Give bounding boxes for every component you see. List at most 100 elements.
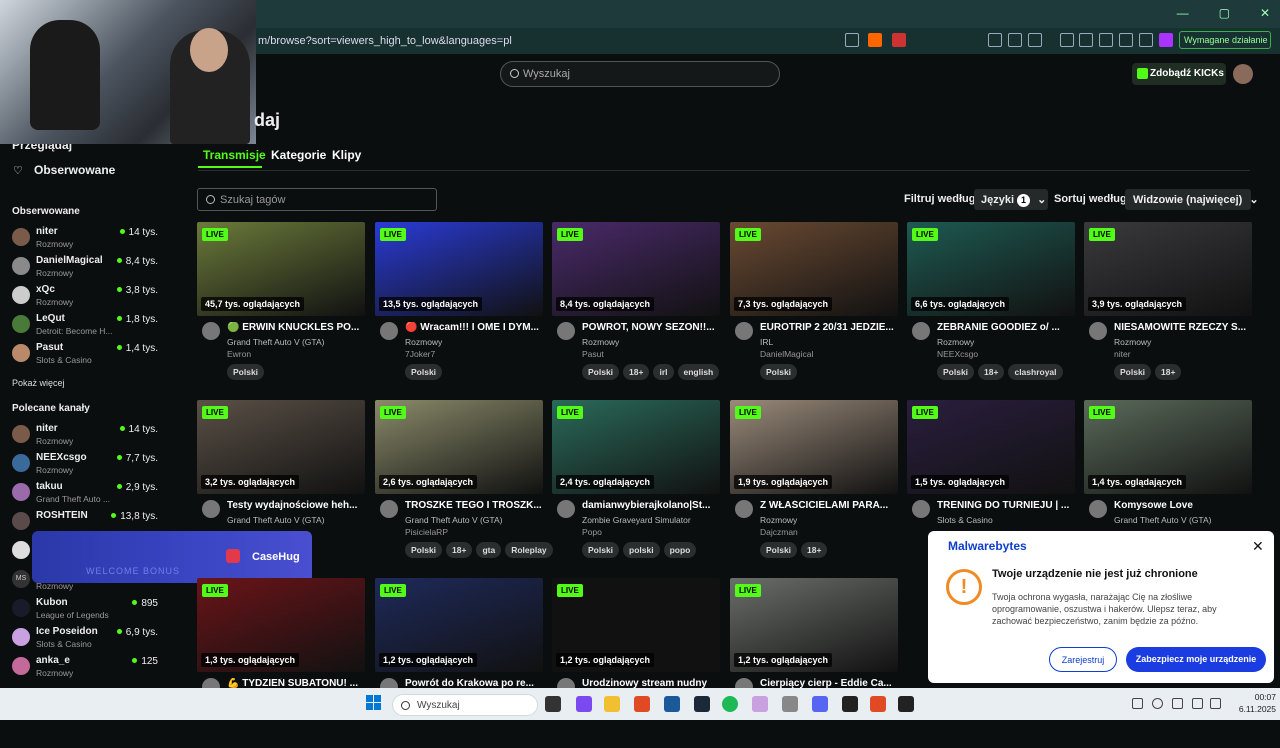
taskbar-search[interactable]: Wyszukaj (392, 694, 538, 716)
streamer-avatar[interactable] (380, 322, 398, 340)
stream-category[interactable]: Zombie Graveyard Simulator (582, 515, 691, 525)
streamer-name[interactable]: 7Joker7 (405, 349, 435, 359)
stream-tag[interactable]: 18+ (978, 364, 1005, 380)
streamer-name[interactable]: PisicielaRP (405, 527, 448, 537)
streamer-name[interactable]: Ewron (227, 349, 251, 359)
clock-time[interactable]: 00:07 (1240, 692, 1276, 702)
stream-card[interactable]: LIVE 1,2 tys. oglądających Urodzinowy stre… (552, 578, 720, 748)
recommended-channel[interactable]: takuu Grand Theft Auto ... 2,9 tys. (12, 479, 162, 507)
stream-card[interactable]: LIVE 8,4 tys. oglądających POWRÓT, NOWY SE… (552, 222, 720, 392)
streamer-avatar[interactable] (912, 322, 930, 340)
stream-card[interactable]: LIVE 1,9 tys. oglądających Z WŁAŚCICIELAMI… (730, 400, 898, 570)
stream-title[interactable]: TROSZKE TEGO I TROSZK... (405, 500, 543, 511)
leo-icon[interactable] (1119, 33, 1133, 47)
sort-dropdown[interactable]: Widzowie (najwięcej) ⌄ (1125, 189, 1259, 210)
profile-icon[interactable] (1159, 33, 1173, 47)
streamer-avatar[interactable] (1089, 500, 1107, 518)
register-button[interactable]: Zarejestruj (1049, 647, 1117, 672)
recommended-channel[interactable]: NEEXcsgo Rozmowy 7,7 tys. (12, 450, 162, 478)
stream-card[interactable]: LIVE 2,6 tys. oglądających TROSZKE TEGO I … (375, 400, 553, 570)
stream-card[interactable]: LIVE 1,2 tys. oglądających Cierpiący cierp… (730, 578, 898, 748)
stream-title[interactable]: Testy wydajnościowe heh... (227, 500, 365, 511)
streamer-avatar[interactable] (912, 500, 930, 518)
stream-title[interactable]: 🔴 Wracam!!! I OME I DYM... (405, 322, 543, 333)
streamer-avatar[interactable] (735, 500, 753, 518)
stream-title[interactable]: Z WŁAŚCICIELAMI PARA... (760, 500, 898, 511)
stream-tag[interactable]: irl (653, 364, 674, 380)
stream-tag[interactable]: Polski (760, 364, 798, 380)
streamer-name[interactable]: Popo (582, 527, 602, 537)
stream-tag[interactable]: polski (623, 542, 660, 558)
stream-category[interactable]: Rozmowy (760, 515, 797, 525)
stream-tag[interactable]: Polski (582, 364, 620, 380)
stream-category[interactable]: Rozmowy (1114, 337, 1151, 347)
stream-card[interactable]: LIVE 3,9 tys. oglądających NIESAMOWITE RZE… (1084, 222, 1252, 392)
stream-title[interactable]: Komysowe Love (1114, 500, 1252, 511)
puzzle-icon[interactable] (1008, 33, 1022, 47)
tab-categories[interactable]: Kategorie (271, 148, 326, 162)
streamer-avatar[interactable] (735, 322, 753, 340)
close-window-icon[interactable]: ✕ (1260, 6, 1270, 20)
action-required-button[interactable]: Wymagane działanie (1179, 31, 1271, 49)
streamer-name[interactable]: NEEXcsgo (937, 349, 978, 359)
wifi-icon[interactable] (1192, 698, 1203, 709)
stream-tag[interactable]: english (677, 364, 720, 380)
vpn-icon[interactable] (1139, 33, 1153, 47)
minimize-icon[interactable]: — (1177, 6, 1189, 20)
stream-title[interactable]: NIESAMOWITE RZECZY S... (1114, 322, 1252, 333)
stream-tag[interactable]: 18+ (1155, 364, 1182, 380)
stream-card[interactable]: LIVE 3,2 tys. oglądających Testy wydajnośc… (197, 400, 365, 570)
maximize-icon[interactable]: ▢ (1219, 6, 1230, 20)
stream-category[interactable]: Rozmowy (937, 337, 974, 347)
brave-shield-icon[interactable] (868, 33, 882, 47)
cloud-icon[interactable] (1152, 698, 1163, 709)
stream-card[interactable]: LIVE 45,7 tys. oglądających 🟢 ERWIN KNUCKL… (197, 222, 365, 392)
stream-card[interactable]: LIVE 1,3 tys. oglądających 💪 TYDZIEŃ SUBAT… (197, 578, 365, 748)
shield-tray-icon[interactable] (1172, 698, 1183, 709)
tab-clips[interactable]: Klipy (332, 148, 361, 162)
followed-channel[interactable]: DanielMagical Rozmowy 8,4 tys. (12, 253, 162, 281)
close-icon[interactable]: ✕ (1252, 538, 1264, 555)
stream-card[interactable]: LIVE 2,4 tys. oglądających damianwybierajk… (552, 400, 720, 570)
followed-channel[interactable]: Pasut Slots & Casino 1,4 tys. (12, 340, 162, 368)
streamer-name[interactable]: Pasut (582, 349, 604, 359)
calculator-icon[interactable] (782, 696, 798, 712)
spotify-icon[interactable] (722, 696, 738, 712)
obs-icon[interactable] (842, 696, 858, 712)
stream-card[interactable]: LIVE 7,3 tys. oglądających EUROTRIP 2 20/3… (730, 222, 898, 392)
stream-tag[interactable]: Polski (405, 364, 443, 380)
stream-category[interactable]: IRL (760, 337, 773, 347)
music-icon[interactable] (1060, 33, 1074, 47)
chevron-up-icon[interactable] (1110, 698, 1121, 709)
stream-title[interactable]: damianwybierajkolano|St... (582, 500, 720, 511)
stream-category[interactable]: Rozmowy (582, 337, 619, 347)
store-icon[interactable] (664, 696, 680, 712)
streamer-avatar[interactable] (557, 322, 575, 340)
stream-tag[interactable]: Polski (1114, 364, 1152, 380)
recommended-channel[interactable]: Ice Poseidon Slots & Casino 6,9 tys. (12, 624, 162, 652)
streamer-name[interactable]: DanielMagical (760, 349, 813, 359)
streamer-name[interactable]: Dajczman (760, 527, 798, 537)
stream-tag[interactable]: popo (663, 542, 697, 558)
search-input[interactable]: Wyszukaj (500, 61, 780, 87)
brave-active-icon[interactable] (870, 696, 886, 712)
url-text[interactable]: m/browse?sort=viewers_high_to_low&langua… (258, 35, 512, 47)
share-icon[interactable] (845, 33, 859, 47)
recommended-channel[interactable]: anka_e Rozmowy 125 (12, 653, 162, 681)
stream-title[interactable]: EUROTRIP 2 20/31 JEDZIE... (760, 322, 898, 333)
tab-streams[interactable]: Transmisje (203, 148, 266, 162)
stream-category[interactable]: Slots & Casino (937, 515, 993, 525)
copilot-icon[interactable] (576, 696, 592, 712)
brave-rewards-icon[interactable] (892, 33, 906, 47)
terminal-icon[interactable] (898, 696, 914, 712)
stream-tag[interactable]: 18+ (801, 542, 828, 558)
stream-title[interactable]: POWRÓT, NOWY SEZON!!... (582, 322, 720, 333)
stream-tag[interactable]: Polski (582, 542, 620, 558)
stream-tag[interactable]: Roleplay (505, 542, 553, 558)
streamer-avatar[interactable] (380, 500, 398, 518)
file-explorer-icon[interactable] (604, 696, 620, 712)
stream-title[interactable]: TRENING DO TURNIEJU | ... (937, 500, 1075, 511)
streamer-avatar[interactable] (557, 500, 575, 518)
task-view-icon[interactable] (545, 696, 561, 712)
user-avatar[interactable] (1233, 64, 1253, 84)
